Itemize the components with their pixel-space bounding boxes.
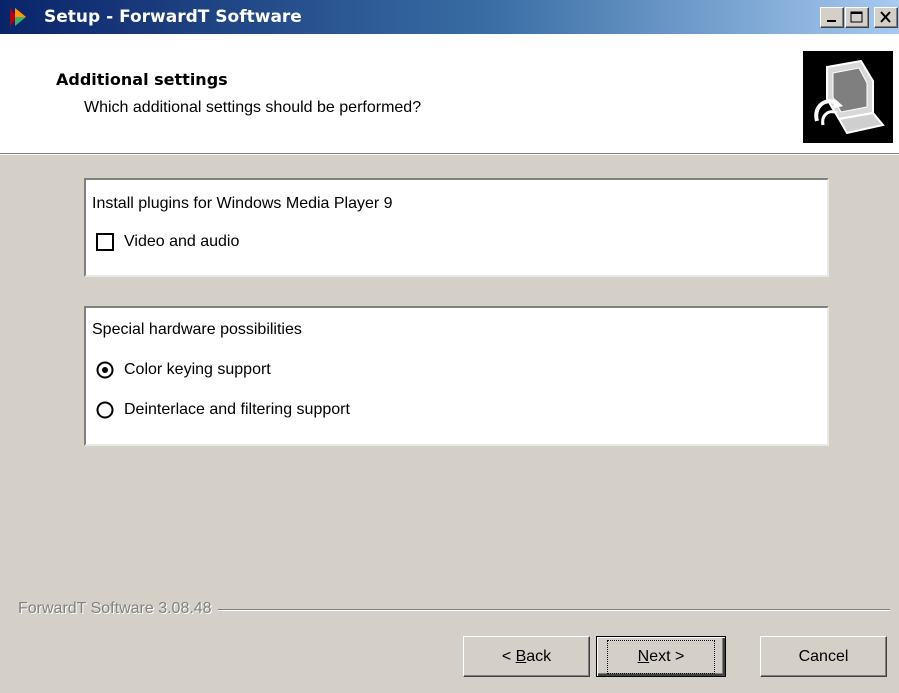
back-button-accel: B: [515, 647, 527, 665]
color-keying-radio[interactable]: [96, 361, 114, 379]
wizard-header: Additional settings Which additional set…: [0, 34, 899, 154]
window-title: Setup - ForwardT Software: [44, 7, 302, 27]
maximize-button[interactable]: [845, 7, 869, 28]
setup-window: Setup - ForwardT Software Additional set…: [0, 0, 899, 693]
deinterlace-label: Deinterlace and filtering support: [124, 401, 350, 418]
header-divider: [0, 154, 899, 155]
next-button[interactable]: Next >: [596, 636, 726, 677]
next-button-rest: ext >: [649, 647, 685, 665]
page-subtitle: Which additional settings should be perf…: [84, 99, 422, 116]
maximize-icon: [850, 11, 863, 23]
next-focus-rect: Next >: [606, 639, 716, 674]
deinterlace-radio[interactable]: [96, 401, 114, 419]
back-button-rest: ack: [526, 647, 552, 665]
next-button-accel: N: [637, 647, 650, 665]
back-button-prefix: <: [501, 647, 516, 665]
version-label: ForwardT Software 3.08.48: [18, 599, 218, 619]
close-button[interactable]: [874, 7, 898, 28]
video-audio-checkbox[interactable]: [96, 233, 114, 251]
deinterlace-radio-option[interactable]: Deinterlace and filtering support: [96, 398, 350, 422]
plugins-group: Install plugins for Windows Media Player…: [84, 178, 829, 277]
cancel-button[interactable]: Cancel: [760, 636, 887, 677]
minimize-icon: [827, 20, 836, 22]
color-keying-label: Color keying support: [124, 361, 271, 378]
video-audio-label: Video and audio: [124, 233, 240, 250]
app-logo-icon: [8, 7, 30, 27]
plugins-group-title: Install plugins for Windows Media Player…: [92, 195, 393, 212]
video-audio-checkbox-option[interactable]: Video and audio: [96, 230, 239, 254]
computer-install-icon: [803, 51, 893, 143]
minimize-button[interactable]: [820, 7, 844, 28]
color-keying-radio-option[interactable]: Color keying support: [96, 358, 271, 382]
hardware-group: Special hardware possibilities Color key…: [84, 306, 829, 446]
close-icon: [880, 11, 891, 23]
back-button[interactable]: < Back: [463, 636, 590, 677]
title-bar[interactable]: Setup - ForwardT Software: [0, 0, 899, 34]
page-title: Additional settings: [56, 70, 228, 89]
hardware-group-title: Special hardware possibilities: [92, 321, 302, 338]
